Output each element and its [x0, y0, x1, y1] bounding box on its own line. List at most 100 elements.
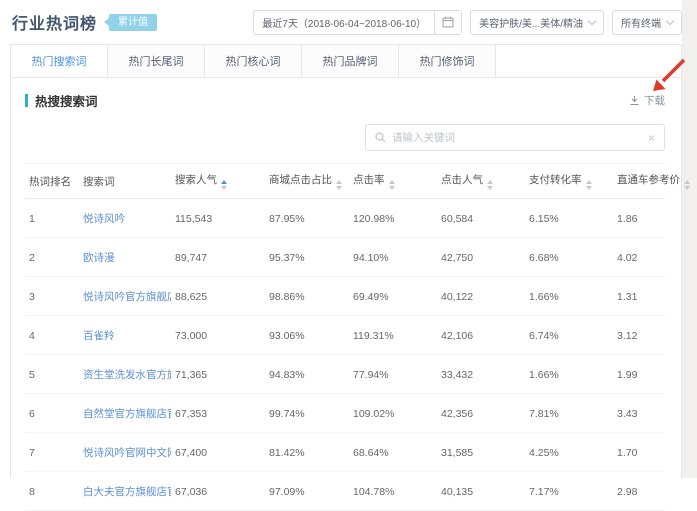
click_popularity-cell: 40,135: [437, 472, 525, 511]
download-button[interactable]: 下载: [629, 93, 665, 108]
click_popularity-cell: 60,584: [437, 199, 525, 238]
keyword-cell: 悦诗风吟: [79, 199, 171, 238]
column-header-click_rate[interactable]: 点击率: [349, 164, 437, 199]
click_rate-cell: 77.94%: [349, 355, 437, 394]
click_popularity-cell: 31,585: [437, 433, 525, 472]
mall_click_share-cell: 81.42%: [265, 433, 349, 472]
table-header: 热词排名搜索词 搜索人气商城点击占比 点击率 点击人气支付转化率直通车参考价: [25, 164, 665, 199]
click_rate-cell: 120.98%: [349, 199, 437, 238]
search_popularity-cell: 67,036: [171, 472, 265, 511]
keyword-cell: 百雀羚: [79, 316, 171, 355]
sort-carets-icon[interactable]: [586, 180, 592, 190]
mall_click_share-cell: 98.86%: [265, 277, 349, 316]
click_popularity-cell: 42,106: [437, 316, 525, 355]
table-row: 5资生堂洗发水官方旗舰71,36594.83%77.94%33,4321.66%…: [25, 355, 665, 394]
mall_click_share-cell: 95.37%: [265, 238, 349, 277]
section-title: 热搜搜索词: [35, 91, 98, 110]
search_popularity-cell: 73,000: [171, 316, 265, 355]
tab-brand-words[interactable]: 热门品牌词: [302, 45, 399, 77]
title-badge: 累计值: [109, 14, 157, 31]
column-label: 商城点击占比: [269, 174, 332, 186]
column-header-search_popularity[interactable]: 搜索人气: [171, 164, 265, 199]
hot-words-table: 热词排名搜索词搜索人气商城点击占比点击率点击人气支付转化率直通车参考价 1悦诗风…: [25, 163, 665, 511]
ppc_reference_price-cell: 1.70: [613, 433, 665, 472]
click_rate-cell: 109.02%: [349, 394, 437, 433]
click_rate-cell: 68.64%: [349, 433, 437, 472]
mall_click_share-cell: 99.74%: [265, 394, 349, 433]
column-header-keyword: 搜索词: [79, 164, 171, 199]
date-range-picker[interactable]: 最近7天（2018-06-04~2018-06-10）: [254, 11, 434, 34]
keyword-link[interactable]: 欧诗漫: [83, 252, 115, 264]
calendar-button[interactable]: [434, 11, 461, 34]
download-icon: [629, 95, 640, 106]
tab-core-words[interactable]: 热门核心词: [205, 45, 302, 77]
content-card: 热门搜索词 热门长尾词 热门核心词 热门品牌词 热门修饰词 热搜搜索词 下载 ×: [10, 44, 682, 478]
tab-modifier-words[interactable]: 热门修饰词: [399, 45, 496, 77]
rank-cell: 8: [25, 472, 79, 511]
search_popularity-cell: 67,400: [171, 433, 265, 472]
category-select-value: 美容护肤/美...美体/精油: [479, 15, 583, 30]
column-label: 搜索词: [83, 176, 115, 188]
keyword-link[interactable]: 资生堂洗发水官方旗舰: [83, 369, 171, 381]
search_popularity-cell: 115,543: [171, 199, 265, 238]
tab-bar: 热门搜索词 热门长尾词 热门核心词 热门品牌词 热门修饰词: [11, 45, 681, 78]
search_popularity-cell: 89,747: [171, 238, 265, 277]
tab-long-tail-words[interactable]: 热门长尾词: [108, 45, 205, 77]
keyword-link[interactable]: 自然堂官方旗舰店官..: [83, 408, 171, 420]
keyword-cell: 悦诗风吟官方旗舰店..: [79, 277, 171, 316]
keyword-link[interactable]: 悦诗风吟官方旗舰店..: [83, 291, 171, 303]
sort-carets-icon[interactable]: [487, 180, 493, 190]
sort-carets-icon[interactable]: [336, 180, 342, 190]
table-row: 8白大夫官方旗舰店官网67,03697.09%104.78%40,1357.17…: [25, 472, 665, 511]
keyword-link[interactable]: 悦诗风吟官网中文网: [83, 447, 171, 459]
section-title-group: 热搜搜索词: [25, 91, 98, 110]
keyword-link[interactable]: 悦诗风吟: [83, 213, 125, 225]
column-header-ppc_reference_price[interactable]: 直通车参考价: [613, 164, 665, 199]
pay_conversion-cell: 6.74%: [525, 316, 613, 355]
pay_conversion-cell: 7.17%: [525, 472, 613, 511]
section-header: 热搜搜索词 下载: [25, 91, 665, 110]
device-select[interactable]: 所有终端: [612, 10, 682, 35]
pay_conversion-cell: 7.81%: [525, 394, 613, 433]
rank-cell: 4: [25, 316, 79, 355]
column-header-pay_conversion[interactable]: 支付转化率: [525, 164, 613, 199]
search-icon: [375, 132, 386, 143]
column-label: 热词排名: [29, 176, 71, 188]
tab-hot-search-words[interactable]: 热门搜索词: [11, 45, 108, 77]
ppc_reference_price-cell: 2.98: [613, 472, 665, 511]
chevron-down-icon: [588, 16, 596, 24]
clear-icon[interactable]: ×: [648, 132, 655, 144]
date-range-group: 最近7天（2018-06-04~2018-06-10）: [253, 10, 462, 35]
column-label: 点击率: [353, 174, 385, 186]
keyword-search-input[interactable]: [392, 132, 642, 144]
column-label: 直通车参考价: [617, 174, 680, 186]
sort-carets-icon[interactable]: [221, 180, 227, 190]
mall_click_share-cell: 97.09%: [265, 472, 349, 511]
keyword-cell: 资生堂洗发水官方旗舰: [79, 355, 171, 394]
click_rate-cell: 94.10%: [349, 238, 437, 277]
click_popularity-cell: 40,122: [437, 277, 525, 316]
pay_conversion-cell: 1.66%: [525, 355, 613, 394]
search_popularity-cell: 88,625: [171, 277, 265, 316]
category-select[interactable]: 美容护肤/美...美体/精油: [470, 10, 604, 35]
column-header-mall_click_share[interactable]: 商城点击占比: [265, 164, 349, 199]
table-row: 4百雀羚73,00093.06%119.31%42,1066.74%3.12: [25, 316, 665, 355]
ppc_reference_price-cell: 1.99: [613, 355, 665, 394]
pay_conversion-cell: 6.15%: [525, 199, 613, 238]
table-row: 6自然堂官方旗舰店官..67,35399.74%109.02%42,3567.8…: [25, 394, 665, 433]
download-label: 下载: [644, 93, 665, 108]
calendar-icon: [442, 16, 454, 28]
table-header-row: 热词排名搜索词 搜索人气商城点击占比 点击率 点击人气支付转化率直通车参考价: [25, 164, 665, 199]
ppc_reference_price-cell: 3.43: [613, 394, 665, 433]
column-header-click_popularity[interactable]: 点击人气: [437, 164, 525, 199]
keyword-cell: 悦诗风吟官网中文网: [79, 433, 171, 472]
keyword-cell: 欧诗漫: [79, 238, 171, 277]
pay_conversion-cell: 4.25%: [525, 433, 613, 472]
keyword-link[interactable]: 白大夫官方旗舰店官网: [83, 486, 171, 498]
ppc_reference_price-cell: 1.31: [613, 277, 665, 316]
ppc_reference_price-cell: 1.86: [613, 199, 665, 238]
device-select-value: 所有终端: [621, 15, 661, 30]
sort-carets-icon[interactable]: [389, 180, 395, 190]
sort-carets-icon[interactable]: [684, 180, 690, 190]
keyword-link[interactable]: 百雀羚: [83, 330, 115, 342]
